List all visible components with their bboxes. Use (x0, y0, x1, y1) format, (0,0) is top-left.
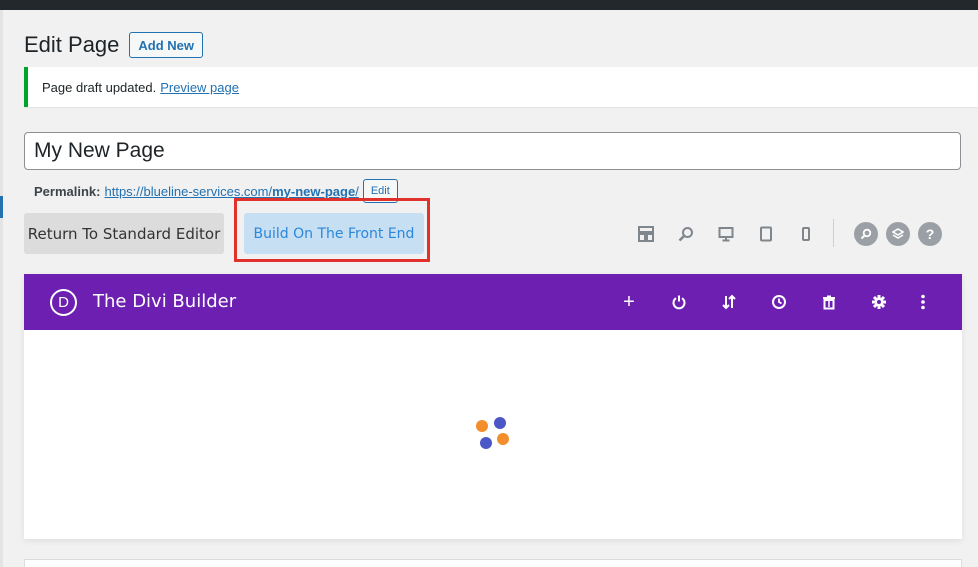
divi-builder-title: The Divi Builder (93, 291, 237, 312)
toolbar-divider (833, 219, 834, 247)
next-metabox (24, 559, 962, 567)
spinner-dot (480, 437, 492, 449)
permalink-trail: / (355, 183, 359, 199)
post-title-input[interactable]: My New Page (24, 132, 961, 170)
permalink-label: Permalink: (34, 183, 101, 199)
spinner-dot (497, 433, 509, 445)
gear-icon[interactable] (868, 291, 890, 313)
divi-builder-header: D The Divi Builder + (24, 274, 962, 330)
spinner-dot (494, 417, 506, 429)
add-icon[interactable]: + (618, 291, 640, 313)
admin-sidebar-edge (0, 10, 3, 567)
page-header: Edit Page Add New (24, 31, 204, 59)
more-icon[interactable] (912, 291, 934, 313)
tablet-icon[interactable] (756, 224, 776, 244)
search-icon[interactable] (854, 222, 878, 246)
build-on-front-end-button[interactable]: Build On The Front End (244, 213, 424, 254)
layers-icon[interactable] (886, 222, 910, 246)
help-icon[interactable]: ? (918, 222, 942, 246)
notice-text: Page draft updated. (42, 79, 157, 95)
update-notice: Page draft updated. Preview page (24, 67, 978, 107)
permalink-link[interactable]: https://blueline-services.com/my-new-pag… (104, 184, 358, 199)
preview-page-link[interactable]: Preview page (160, 80, 239, 95)
zoom-icon[interactable] (676, 224, 696, 244)
admin-bar (0, 0, 978, 10)
add-new-button[interactable]: Add New (129, 32, 204, 58)
return-to-standard-editor-button[interactable]: Return To Standard Editor (24, 213, 224, 254)
permalink-slug: my-new-page (272, 183, 356, 199)
loading-spinner (476, 417, 512, 451)
desktop-icon[interactable] (716, 224, 736, 244)
history-icon[interactable] (768, 291, 790, 313)
divi-logo-icon: D (50, 289, 77, 316)
power-icon[interactable] (668, 291, 690, 313)
sidebar-active-marker (0, 196, 3, 218)
spinner-dot (476, 420, 488, 432)
wireframe-icon[interactable] (636, 224, 656, 244)
phone-icon[interactable] (796, 224, 816, 244)
divi-builder-panel: D The Divi Builder + (24, 274, 962, 539)
page-title: Edit Page (24, 32, 120, 57)
trash-icon[interactable] (818, 291, 840, 313)
permalink-base: https://blueline-services.com/ (104, 183, 273, 199)
sort-icon[interactable] (718, 291, 740, 313)
